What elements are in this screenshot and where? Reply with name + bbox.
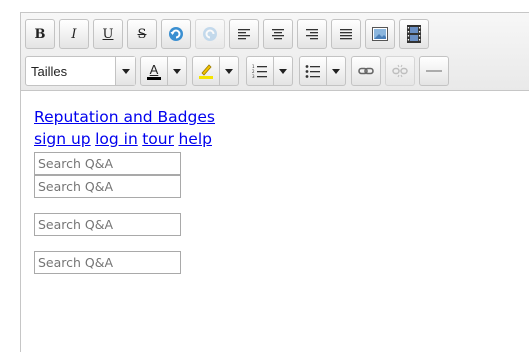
horizontal-rule-icon — [426, 70, 442, 72]
title-row: Reputation and Badges — [34, 108, 215, 127]
chevron-down-icon — [332, 68, 340, 74]
rich-text-editor: B I U S Tailles A 1 2 3 Reputation and B… — [20, 12, 529, 352]
chevron-down-icon — [121, 68, 130, 74]
strikethrough-label: S — [137, 26, 147, 42]
image-icon — [372, 27, 388, 41]
align-right-icon — [306, 29, 318, 40]
unlink-icon — [392, 64, 408, 78]
link-icon — [358, 67, 374, 75]
chevron-down-icon — [225, 68, 233, 74]
search-input[interactable]: Search Q&A — [34, 175, 181, 198]
nav-links: sign up log in tour help — [34, 130, 212, 149]
justify-icon — [340, 29, 352, 40]
ordered-list-icon: 1 2 3 — [252, 64, 267, 78]
text-color-button[interactable]: A — [140, 56, 168, 86]
align-left-button[interactable] — [229, 19, 259, 49]
help-link[interactable]: help — [178, 130, 212, 148]
text-color-letter: A — [149, 61, 159, 77]
text-color-control: A — [140, 56, 187, 86]
sign-up-link[interactable]: sign up — [34, 130, 91, 148]
horizontal-rule-button[interactable] — [419, 56, 449, 86]
highlight-color-control — [192, 56, 239, 86]
unlink-button[interactable] — [385, 56, 415, 86]
justify-button[interactable] — [331, 19, 361, 49]
insert-video-button[interactable] — [399, 19, 429, 49]
ordered-list-control: 1 2 3 — [246, 56, 293, 86]
underline-label: U — [102, 26, 114, 42]
bold-label: B — [34, 26, 46, 42]
align-right-button[interactable] — [297, 19, 327, 49]
search-input[interactable]: Search Q&A — [34, 213, 181, 236]
strikethrough-button[interactable]: S — [127, 19, 157, 49]
italic-label: I — [71, 26, 77, 42]
bullet-list-icon — [305, 65, 320, 78]
font-size-value: Tailles — [31, 63, 68, 79]
bullet-list-button[interactable] — [299, 56, 327, 86]
text-color-dropdown-arrow[interactable] — [168, 56, 187, 86]
highlight-color-button[interactable] — [192, 56, 220, 86]
film-icon — [407, 25, 421, 43]
bullet-list-dropdown-arrow[interactable] — [327, 56, 346, 86]
text-color-swatch — [147, 76, 161, 80]
font-size-dropdown-arrow[interactable] — [115, 57, 135, 85]
svg-text:3: 3 — [252, 74, 255, 78]
ordered-list-dropdown-arrow[interactable] — [274, 56, 293, 86]
text-color-icon: A — [147, 63, 161, 80]
chevron-down-icon — [279, 68, 287, 74]
log-in-link[interactable]: log in — [95, 130, 138, 148]
chevron-down-icon — [173, 68, 181, 74]
bullet-list-control — [299, 56, 346, 86]
highlight-color-dropdown-arrow[interactable] — [220, 56, 239, 86]
redo-icon — [203, 27, 217, 41]
bold-button[interactable]: B — [25, 19, 55, 49]
search-input[interactable]: Search Q&A — [34, 251, 181, 274]
undo-icon — [169, 27, 183, 41]
italic-button[interactable]: I — [59, 19, 89, 49]
ordered-list-button[interactable]: 1 2 3 — [246, 56, 274, 86]
font-size-select[interactable]: Tailles — [25, 56, 136, 86]
insert-image-button[interactable] — [365, 19, 395, 49]
editor-toolbar: B I U S Tailles A 1 2 3 — [21, 13, 529, 91]
align-left-icon — [238, 29, 250, 40]
redo-button[interactable] — [195, 19, 225, 49]
tour-link[interactable]: tour — [142, 130, 174, 148]
highlighter-icon — [199, 64, 213, 79]
reputation-badges-link[interactable]: Reputation and Badges — [34, 108, 215, 126]
underline-button[interactable]: U — [93, 19, 123, 49]
insert-link-button[interactable] — [351, 56, 381, 86]
search-input[interactable]: Search Q&A — [34, 152, 181, 175]
align-center-button[interactable] — [263, 19, 293, 49]
undo-button[interactable] — [161, 19, 191, 49]
align-center-icon — [272, 29, 284, 40]
